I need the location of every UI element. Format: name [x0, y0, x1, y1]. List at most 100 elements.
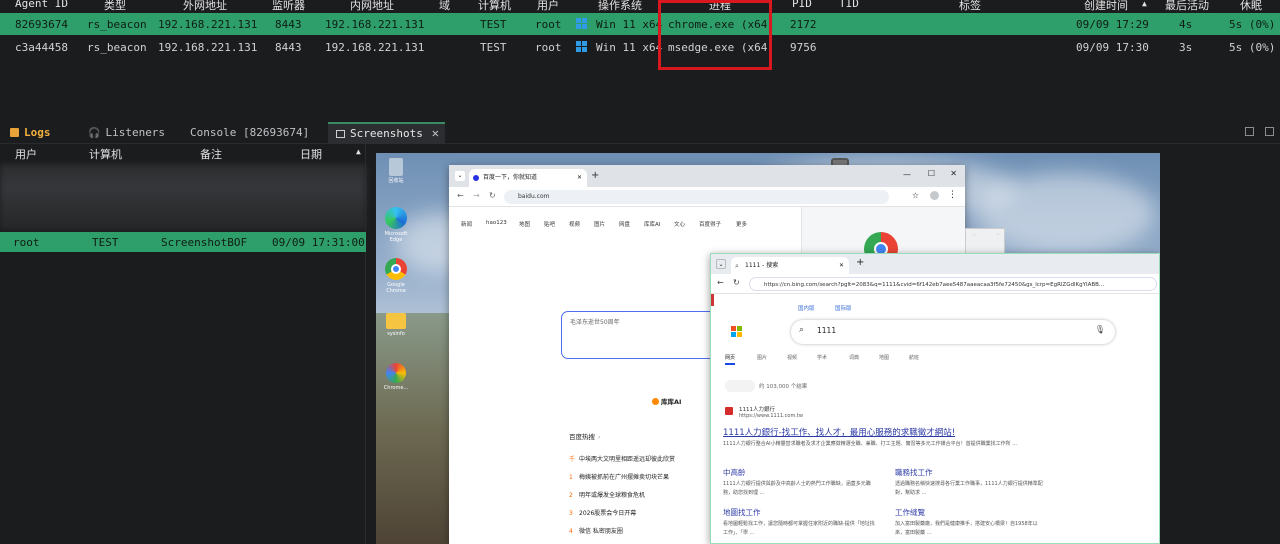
- result-badges: [725, 380, 755, 392]
- filter-academic[interactable]: 学术: [817, 354, 827, 361]
- site-url[interactable]: https://www.1111.com.tw: [739, 413, 803, 419]
- hot-item[interactable]: 千中埃两大文明里相距遥远却彼此欣赏: [569, 454, 675, 463]
- sublink-title[interactable]: 職務找工作: [895, 467, 933, 478]
- sublink-title[interactable]: 工作縫覽: [895, 507, 925, 518]
- minimize-icon[interactable]: —: [903, 170, 911, 179]
- agent-pid: 9756: [790, 41, 817, 54]
- chrome-tab-baidu[interactable]: 百度一下，你就知道 ✕: [469, 169, 587, 187]
- agent-computer: TEST: [480, 41, 507, 54]
- result-title-link[interactable]: 1111人力銀行-找工作、找人才，最用心服務的求職徵才網站!: [723, 426, 955, 438]
- chevron-down-icon[interactable]: ⌄: [455, 171, 465, 181]
- close-icon[interactable]: ✕: [950, 169, 957, 178]
- address-bar[interactable]: baidu.com: [504, 190, 889, 204]
- col-log-user[interactable]: 用户: [15, 146, 37, 162]
- col-domain[interactable]: 域: [439, 0, 450, 13]
- agent-type: rs_beacon: [87, 18, 147, 31]
- result-description: 1111人力銀行整合AI小精靈替求職者及求才企業應徵精選全職、兼職、打工主題、實…: [723, 441, 1017, 447]
- hot-item[interactable]: 4 微信 私密朋友圈: [569, 526, 623, 535]
- new-tab-icon[interactable]: +: [591, 170, 599, 181]
- chevron-down-icon[interactable]: ⌄: [716, 259, 726, 269]
- site-favicon-icon: [725, 407, 733, 415]
- filter-flights[interactable]: 航班: [909, 354, 919, 361]
- col-log-computer[interactable]: 计算机: [89, 146, 122, 162]
- close-icon[interactable]: ✕: [432, 124, 439, 143]
- windows-icon: [576, 18, 587, 29]
- col-computer[interactable]: 计算机: [478, 0, 511, 13]
- hot-search-title[interactable]: 百度热搜 ›: [569, 431, 601, 441]
- close-icon[interactable]: ✕: [839, 257, 844, 274]
- filter-videos[interactable]: 视频: [787, 354, 797, 361]
- tab-listeners[interactable]: 🎧 Listeners: [80, 122, 180, 144]
- col-tag[interactable]: 标签: [959, 0, 981, 13]
- edge-window[interactable]: ⌄ ⌕ 1111 - 搜索 ✕ + ← ↻ https://cn.bing.co…: [710, 253, 1160, 544]
- hot-item[interactable]: 1 梅姨被抓前在广州摆摊卖切块芒果: [569, 472, 669, 481]
- agent-os: Win 11 x64: [596, 41, 663, 54]
- new-tab-icon[interactable]: +: [856, 257, 864, 268]
- maximize-icon[interactable]: ☐: [928, 169, 935, 178]
- agent-sleep: 5s (0%): [1229, 18, 1276, 31]
- back-icon[interactable]: ←: [457, 191, 464, 200]
- region-tab-international[interactable]: 国际版: [835, 304, 852, 312]
- recycle-bin-icon[interactable]: 回收站: [381, 158, 411, 184]
- close-icon[interactable]: ✕: [996, 231, 1000, 238]
- col-internal-ip[interactable]: 内网地址: [350, 0, 394, 13]
- filter-maps[interactable]: 地图: [879, 354, 889, 361]
- site-name[interactable]: 1111人力銀行: [739, 405, 775, 413]
- bing-search-input[interactable]: ⌕ 1111 🎙: [791, 320, 1115, 344]
- col-log-date[interactable]: 日期: [300, 146, 322, 162]
- col-log-note[interactable]: 备注: [200, 146, 222, 162]
- ai-button[interactable]: 库库AI: [652, 396, 681, 406]
- filter-images[interactable]: 图片: [757, 354, 767, 361]
- filter-web[interactable]: 网页: [725, 354, 736, 365]
- restore-icon[interactable]: [1245, 127, 1254, 136]
- col-user[interactable]: 用户: [537, 0, 559, 13]
- col-tid[interactable]: TID: [839, 0, 859, 10]
- tab-screenshots[interactable]: Screenshots ✕: [328, 122, 445, 144]
- col-created[interactable]: 创建时间: [1084, 0, 1128, 13]
- col-os[interactable]: 操作系统: [598, 0, 642, 13]
- col-external-ip[interactable]: 外网地址: [183, 0, 227, 13]
- hot-item[interactable]: 3 2026股票会今日开幕: [569, 508, 636, 517]
- menu-icon[interactable]: ⋮: [948, 190, 957, 200]
- microphone-icon[interactable]: 🎙: [1095, 325, 1105, 334]
- chrome-icon[interactable]: Google Chrome: [381, 258, 411, 294]
- col-agent-id[interactable]: Agent ID: [15, 0, 68, 10]
- reload-icon[interactable]: ↻: [733, 278, 740, 287]
- col-last-seen[interactable]: 最后活动: [1165, 0, 1209, 13]
- col-sleep[interactable]: 休眠: [1240, 0, 1262, 13]
- edge-tab-bing[interactable]: ⌕ 1111 - 搜索 ✕: [731, 257, 849, 274]
- tab-console[interactable]: Console [82693674]: [182, 122, 327, 144]
- logs-icon: [10, 128, 19, 137]
- screenshot-preview[interactable]: 回收站 Microsoft Edge Google Chrome sysinfo…: [376, 153, 1160, 544]
- sublink-description: 看地圖輕鬆找工作，讓您隨時都可掌握住家附近的職缺-提供「地址找工作」、「學 ..…: [723, 521, 875, 536]
- reload-icon[interactable]: ↻: [489, 191, 496, 200]
- tab-logs[interactable]: Logs: [2, 122, 80, 144]
- sublink-title[interactable]: 中高齡: [723, 467, 746, 478]
- close-icon[interactable]: ✕: [577, 169, 582, 187]
- windows-icon: [576, 41, 587, 52]
- col-listener[interactable]: 监听器: [272, 0, 305, 13]
- hot-item[interactable]: 2 明年或爆发全球粮食危机: [569, 490, 645, 499]
- sublink-title[interactable]: 地圖找工作: [723, 507, 761, 518]
- agent-listener: 8443: [275, 41, 302, 54]
- edge-icon[interactable]: Microsoft Edge: [381, 207, 411, 243]
- filter-dictionary[interactable]: 词典: [849, 354, 859, 361]
- col-pid[interactable]: PID: [792, 0, 812, 10]
- chevron-right-icon: ›: [598, 433, 601, 441]
- address-bar[interactable]: https://cn.bing.com/search?pglt=2083&q=1…: [749, 277, 1157, 291]
- agent-row[interactable]: c3a44458 rs_beacon 192.168.221.131 8443 …: [0, 36, 1280, 58]
- region-tab-domestic[interactable]: 国内版: [798, 304, 815, 312]
- maximize-icon[interactable]: [1265, 127, 1274, 136]
- chrome-setup-icon[interactable]: Chrome...: [381, 363, 411, 391]
- back-icon[interactable]: ←: [717, 278, 724, 287]
- folder-icon[interactable]: sysinfo: [381, 313, 411, 337]
- log-row[interactable]: root TEST ScreenshotBOF 09/09 17:31:00: [0, 232, 366, 252]
- result-count: 约 103,000 个结果: [759, 384, 808, 390]
- col-type[interactable]: 类型: [104, 0, 126, 13]
- baidu-search-input[interactable]: 毛泽东逝世50周年: [561, 311, 731, 359]
- profile-icon[interactable]: [930, 191, 939, 200]
- agent-id: c3a44458: [15, 41, 68, 54]
- agent-row[interactable]: 82693674 rs_beacon 192.168.221.131 8443 …: [0, 13, 1280, 35]
- forward-icon[interactable]: →: [473, 191, 480, 200]
- star-icon[interactable]: ☆: [912, 191, 919, 200]
